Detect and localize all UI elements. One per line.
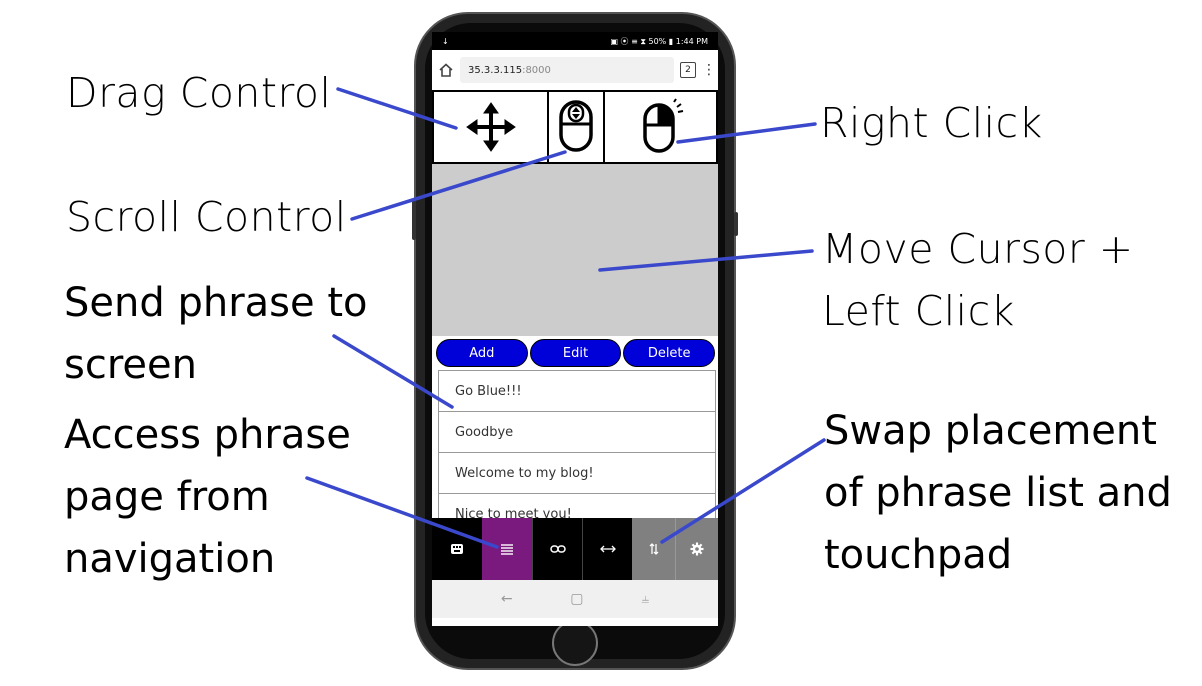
phrase-item[interactable]: Go Blue!!! — [438, 370, 716, 411]
status-bar: ↓ ▣ ⦿ ≡ ⧗ 50% ▮ 1:44 PM — [432, 32, 718, 50]
nav-phrases[interactable] — [482, 518, 532, 580]
callout-send-phrase-line-1: Send phrase to — [64, 280, 368, 326]
link-icon — [549, 545, 566, 553]
keyboard-icon — [451, 544, 463, 554]
drag-control-button[interactable] — [434, 92, 549, 162]
phrase-item[interactable]: Goodbye — [438, 411, 716, 452]
callout-access-phrase: Access phrase page from navigation — [64, 404, 351, 590]
callout-drag-control: Drag Control — [66, 69, 332, 117]
url-field[interactable]: 35.3.3.115 :8000 — [460, 57, 674, 83]
nav-swap-horizontal[interactable] — [582, 518, 632, 580]
callout-swap-placement-line-3: touchpad — [824, 532, 1013, 578]
phrase-list: Go Blue!!! Goodbye Welcome to my blog! N… — [438, 370, 716, 518]
nav-settings[interactable] — [675, 518, 718, 580]
callout-access-phrase-line-1: Access phrase — [64, 412, 351, 458]
callout-move-cursor-line-1: Move Cursor + — [822, 225, 1134, 273]
recents-icon[interactable]: ⫨ — [641, 591, 649, 607]
nav-link[interactable] — [532, 518, 582, 580]
nav-swap-vertical[interactable] — [632, 518, 675, 580]
control-row — [432, 90, 718, 164]
callout-send-phrase-line-2: screen — [64, 342, 197, 388]
url-port: :8000 — [522, 64, 551, 76]
phone-home-button — [552, 620, 598, 666]
home-square-icon[interactable]: ▢ — [570, 591, 583, 607]
download-icon: ↓ — [442, 36, 449, 46]
phrase-item[interactable]: Nice to meet you! — [438, 493, 716, 518]
nav-keyboard[interactable] — [432, 518, 482, 580]
phone-volume-button — [412, 200, 416, 240]
browser-menu-icon[interactable]: ⋮ — [702, 62, 716, 78]
tab-switcher-button[interactable]: 2 — [680, 62, 696, 78]
phone-screen: ↓ ▣ ⦿ ≡ ⧗ 50% ▮ 1:44 PM 35.3.3.115 :8000… — [432, 32, 718, 626]
swap-horizontal-icon — [599, 545, 616, 553]
back-icon[interactable]: ← — [501, 591, 513, 607]
callout-swap-placement: Swap placement of phrase list and touchp… — [824, 400, 1172, 586]
callout-scroll-control: Scroll Control — [66, 193, 347, 241]
phrase-panel: Add Edit Delete Go Blue!!! Goodbye Welco… — [432, 336, 718, 518]
edit-phrase-button[interactable]: Edit — [529, 339, 622, 367]
mouse-right-click-icon — [642, 98, 683, 153]
add-phrase-button[interactable]: Add — [436, 339, 528, 367]
scroll-control-button[interactable] — [549, 92, 605, 162]
home-icon[interactable] — [438, 62, 454, 78]
bottom-navigation — [432, 518, 718, 580]
callout-send-phrase: Send phrase to screen — [64, 272, 367, 396]
callout-swap-placement-line-1: Swap placement — [824, 408, 1157, 454]
delete-phrase-button[interactable]: Delete — [623, 339, 716, 367]
callout-swap-placement-line-2: of phrase list and — [824, 470, 1172, 516]
phone-side-button — [734, 212, 738, 236]
callout-move-cursor-line-2: Left Click — [822, 287, 1015, 335]
callout-access-phrase-line-2: page from — [64, 474, 270, 520]
gear-icon — [690, 542, 704, 556]
callout-access-phrase-line-3: navigation — [64, 536, 276, 582]
tab-count: 2 — [685, 65, 691, 75]
touchpad[interactable] — [432, 164, 718, 336]
status-indicators: ▣ ⦿ ≡ ⧗ 50% ▮ 1:44 PM — [610, 36, 708, 46]
callout-move-cursor: Move Cursor + Left Click — [822, 218, 1134, 342]
mouse-scroll-icon — [559, 100, 593, 152]
phrase-item[interactable]: Welcome to my blog! — [438, 452, 716, 493]
url-host: 35.3.3.115 — [468, 64, 523, 76]
right-click-button[interactable] — [605, 92, 716, 162]
browser-toolbar: 35.3.3.115 :8000 2 ⋮ — [432, 50, 718, 90]
callout-right-click: Right Click — [820, 99, 1043, 147]
android-navigation-bar: ← ▢ ⫨ — [432, 580, 718, 618]
move-arrows-icon — [465, 102, 516, 152]
list-icon — [501, 544, 513, 555]
swap-vertical-icon — [649, 543, 658, 555]
phrase-button-bar: Add Edit Delete — [432, 336, 718, 370]
